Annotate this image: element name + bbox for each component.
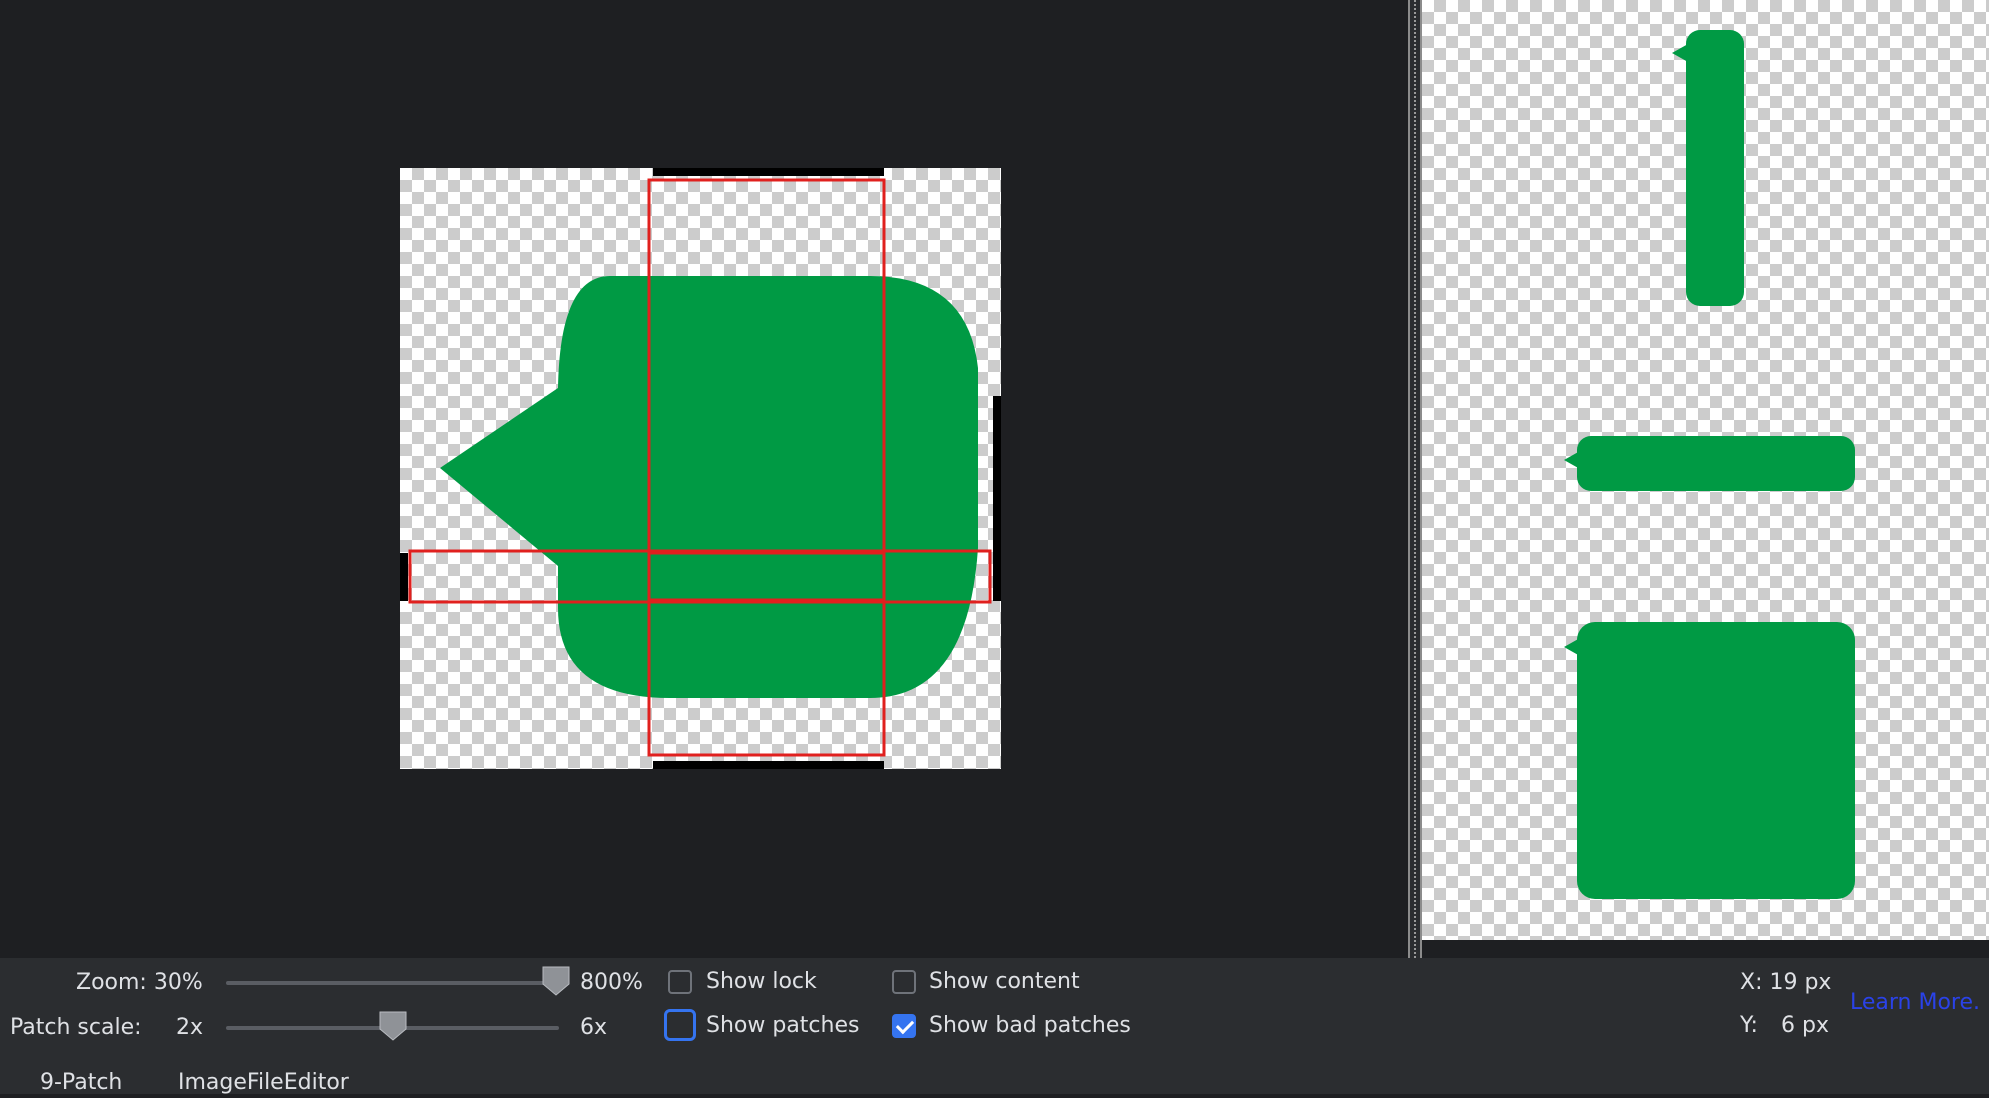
show-patches-checkbox[interactable] (664, 1009, 696, 1041)
patch-scale-min-label: 2x (176, 1015, 204, 1040)
cursor-y-readout: 6 px (1781, 1013, 1829, 1038)
nine-patch-editor-pane[interactable] (0, 0, 1408, 958)
pane-splitter[interactable] (1408, 0, 1422, 958)
zoom-label: Zoom: 30% (76, 970, 203, 995)
show-content-checkbox[interactable] (892, 970, 916, 994)
top-stretch-marker[interactable] (653, 168, 884, 176)
show-patches-label[interactable]: Show patches (706, 1011, 859, 1041)
nine-patch-drawing (400, 168, 1001, 769)
stretch-preview-pane (1422, 0, 1989, 940)
show-lock-label[interactable]: Show lock (706, 967, 817, 997)
patch-scale-slider-thumb[interactable] (379, 1011, 407, 1041)
left-stretch-marker[interactable] (400, 553, 408, 601)
bottom-content-marker[interactable] (653, 761, 884, 769)
bubble-shape (440, 276, 978, 698)
preview-bubble-large (1577, 622, 1855, 899)
zoom-max-label: 800% (580, 970, 643, 995)
zoom-slider-thumb[interactable] (542, 966, 570, 996)
learn-more-link[interactable]: Learn More. (1850, 988, 1980, 1018)
preview-bubble-tall (1686, 30, 1744, 306)
show-lock-checkbox[interactable] (668, 970, 692, 994)
right-content-marker[interactable] (993, 396, 1001, 601)
patch-scale-label: Patch scale: (10, 1015, 142, 1040)
cursor-y-label: Y: (1740, 1013, 1758, 1038)
zoom-slider-track[interactable] (226, 981, 556, 985)
show-bad-patches-label[interactable]: Show bad patches (929, 1011, 1131, 1041)
show-bad-patches-checkbox[interactable] (892, 1014, 916, 1038)
show-content-label[interactable]: Show content (929, 967, 1080, 997)
cursor-x-readout: X: 19 px (1740, 970, 1832, 995)
nine-patch-canvas[interactable] (400, 168, 1001, 769)
splitter-grip[interactable] (1414, 0, 1416, 958)
preview-bubble-wide (1577, 436, 1855, 491)
patch-scale-max-label: 6x (580, 1015, 608, 1040)
nine-patch-controls: Zoom: 30% 800% Patch scale: 2x 6x Show l… (0, 958, 1989, 1095)
